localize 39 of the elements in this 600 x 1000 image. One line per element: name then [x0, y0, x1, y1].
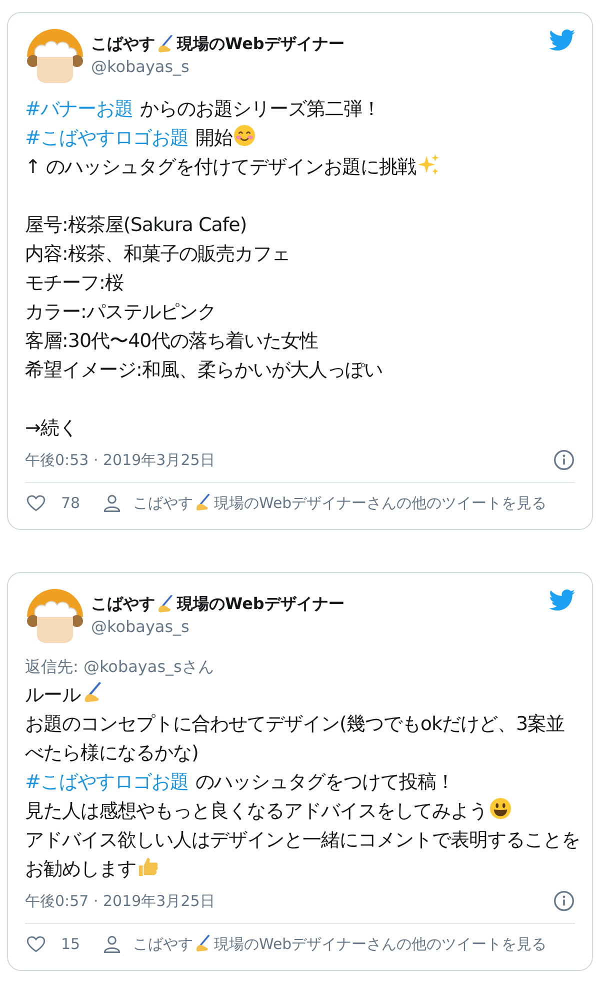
tweet-text: 見た人は感想やもっと良くなるアドバイスをしてみよう: [25, 800, 488, 822]
author-handle[interactable]: @kobayas_s: [91, 56, 344, 78]
hashtag-link[interactable]: #こばやすロゴお題: [25, 127, 188, 149]
grinning-face-icon: [488, 797, 512, 820]
tweet-text: のハッシュタグをつけて投稿！: [195, 771, 454, 793]
tweet-text: モチーフ:桜: [25, 272, 124, 294]
bird-icon[interactable]: [549, 27, 575, 53]
author-name: 現場のWebデザイナー: [177, 33, 344, 55]
tweet-text: べたら様になるかな): [25, 742, 198, 764]
tweet-text: お題のコンセプトに合わせてデザイン(幾つでもokだけど、3案並: [25, 713, 565, 735]
tweet-text: カラー:パステルピンク: [25, 301, 216, 323]
hashtag-link[interactable]: #バナーお題: [25, 98, 133, 120]
bird-icon[interactable]: [549, 587, 575, 613]
timestamp[interactable]: 午後0:53 · 2019年3月25日: [25, 449, 215, 472]
tweet-text: からのお題シリーズ第二弾！: [140, 98, 380, 120]
info-icon[interactable]: [553, 890, 575, 912]
sparkle-icon: [416, 153, 440, 176]
tweet-text: 開始: [195, 127, 232, 149]
tweet-text: ↑ のハッシュタグを付けてデザインお題に挑戦: [25, 156, 416, 178]
reply-to-text: 返信先: @kobayas_sさん: [25, 657, 214, 676]
tweet-text: →続く: [25, 417, 78, 439]
author-name: こばやす: [91, 33, 155, 55]
author-name: こばやす: [91, 593, 155, 615]
timestamp[interactable]: 午後0:57 · 2019年3月25日: [25, 890, 215, 912]
author-handle[interactable]: @kobayas_s: [91, 616, 344, 638]
tweet-text: お勧めします: [25, 858, 136, 880]
like-count: 15: [61, 934, 82, 954]
tweet-text: 希望イメージ:和風、柔らかいが大人っぽい: [25, 359, 382, 381]
tweet-text: 客層:30代〜40代の落ち着いた女性: [25, 330, 318, 352]
tweet-text: ルール: [25, 684, 80, 706]
info-icon[interactable]: [553, 449, 575, 472]
tweet-text: アドバイス欲しい人はデザインと一緒にコメントで表明することを: [25, 829, 580, 851]
author-name: 現場のWebデザイナー: [177, 593, 344, 615]
thumbs-up-icon: [137, 855, 160, 878]
tweet-text: 屋号:桜茶屋(Sakura Cafe): [25, 214, 247, 236]
smiling-face-icon: [233, 124, 256, 147]
tweet-text: 内容:桜茶、和菓子の販売カフェ: [25, 243, 290, 265]
like-count: 78: [61, 492, 82, 514]
hashtag-link[interactable]: #こばやすロゴお題: [25, 771, 188, 793]
